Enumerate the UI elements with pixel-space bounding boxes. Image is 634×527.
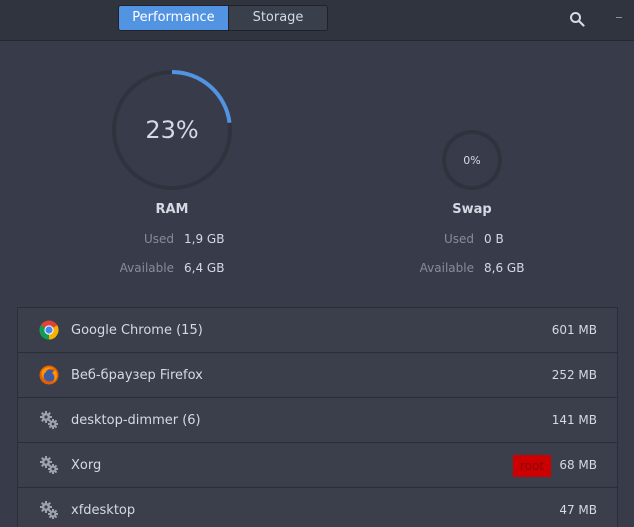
process-memory: 47 MB	[559, 503, 597, 517]
process-name: Xorg	[71, 458, 102, 473]
gears-icon	[40, 501, 58, 519]
swap-percent: 0%	[463, 153, 481, 167]
tab-storage[interactable]: Storage	[228, 6, 327, 30]
swap-used-value: 0 B	[484, 232, 504, 246]
tab-performance[interactable]: Performance	[119, 6, 228, 30]
process-row-chrome[interactable]: Google Chrome (15) 601 MB	[18, 308, 617, 353]
ram-title: RAM	[155, 202, 189, 217]
gears-icon	[40, 411, 58, 429]
search-icon	[570, 12, 585, 27]
swap-available-value: 8,6 GB	[484, 261, 525, 275]
ram-used-value: 1,9 GB	[184, 232, 225, 246]
ram-used-label: Used	[143, 232, 174, 246]
process-memory: 601 MB	[551, 323, 597, 337]
search-button[interactable]	[565, 7, 589, 31]
process-memory: 68 MB	[559, 458, 597, 472]
process-memory: 252 MB	[551, 368, 597, 382]
process-row-xorg[interactable]: Xorg root 68 MB	[18, 443, 617, 488]
header-bar: Performance Storage	[0, 0, 634, 41]
process-row-desktop-dimmer[interactable]: desktop-dimmer (6) 141 MB	[18, 398, 617, 443]
view-switcher: Performance Storage	[118, 5, 328, 31]
process-name: Веб-браузер Firefox	[71, 368, 203, 383]
process-memory: 141 MB	[551, 413, 597, 427]
swap-title: Swap	[452, 202, 492, 217]
gears-icon	[40, 456, 58, 474]
process-row-xfdesktop[interactable]: xfdesktop 47 MB	[18, 488, 617, 527]
minimize-button[interactable]	[608, 8, 628, 28]
process-name: xfdesktop	[71, 503, 136, 518]
process-list: Google Chrome (15) 601 MB Веб-браузер Fi…	[17, 307, 618, 527]
chrome-icon	[39, 320, 59, 340]
process-name: Google Chrome (15)	[71, 323, 203, 338]
ram-percent: 23%	[145, 116, 199, 144]
ram-available-value: 6,4 GB	[184, 261, 225, 275]
process-name: desktop-dimmer (6)	[71, 413, 201, 428]
root-badge: root	[513, 455, 551, 477]
ram-available-label: Available	[119, 261, 174, 275]
swap-available-label: Available	[419, 261, 474, 275]
firefox-icon	[39, 365, 59, 385]
process-row-firefox[interactable]: Веб-браузер Firefox 252 MB	[18, 353, 617, 398]
swap-used-label: Used	[443, 232, 474, 246]
